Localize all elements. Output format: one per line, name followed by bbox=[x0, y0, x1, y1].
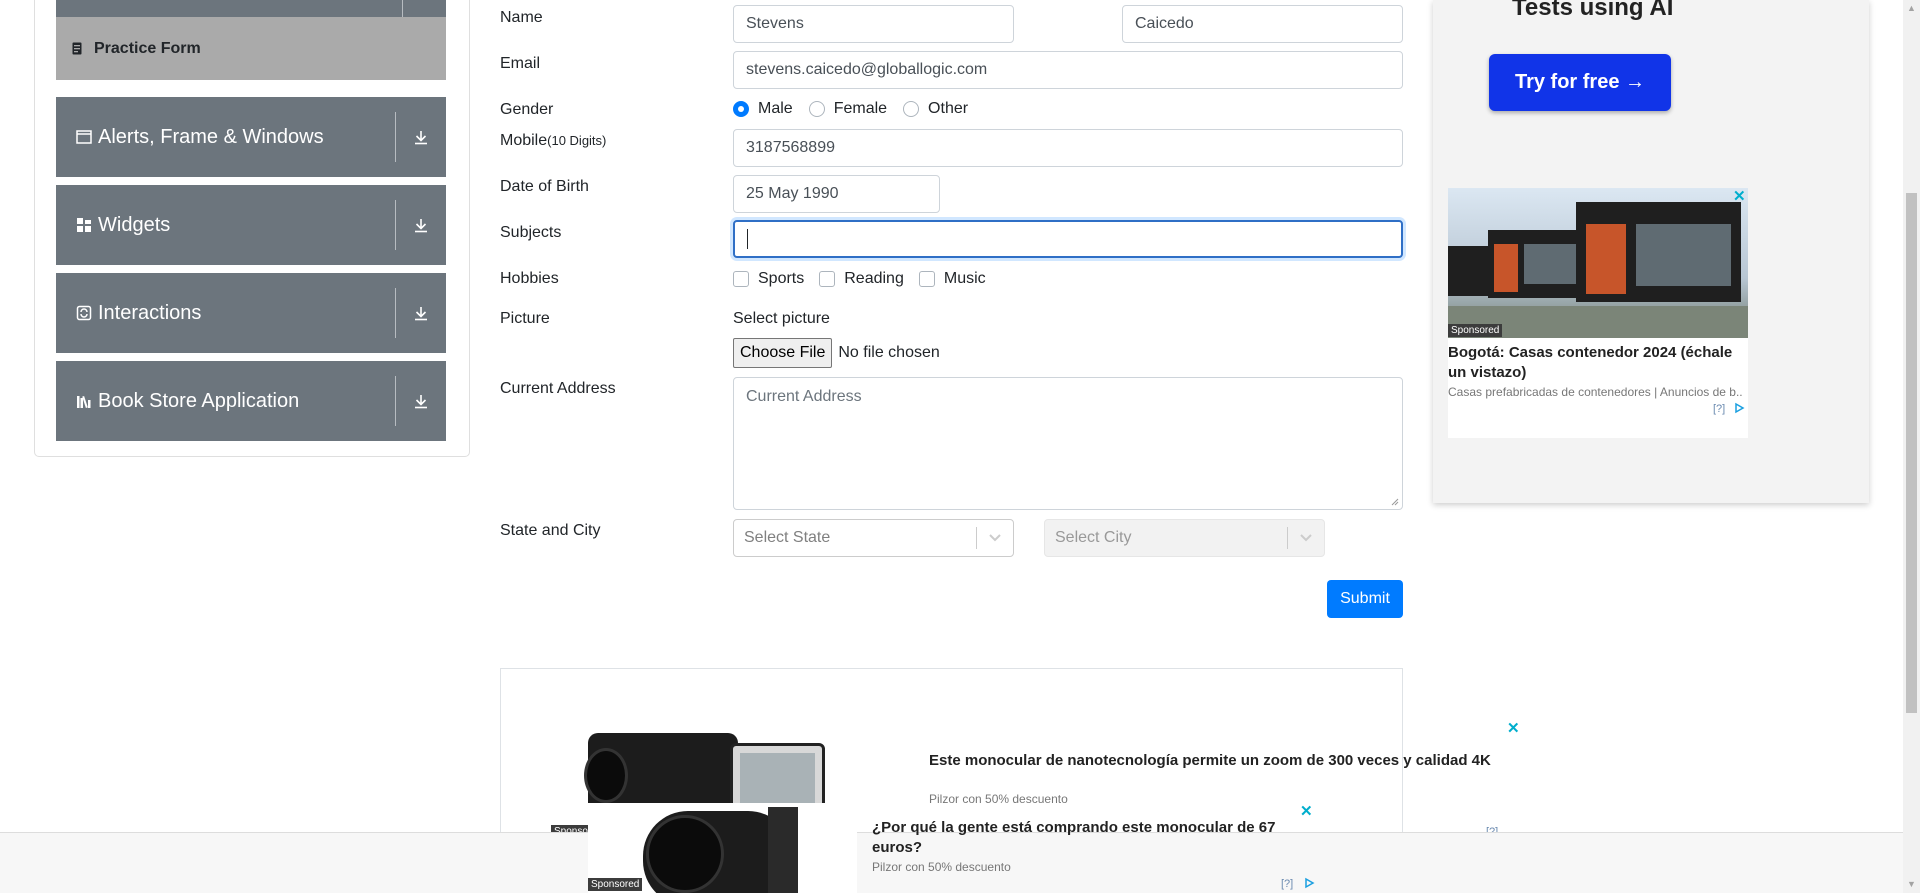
checkbox[interactable] bbox=[819, 271, 836, 287]
radio-button[interactable] bbox=[903, 101, 920, 117]
sponsored-tag: Sponsored bbox=[1448, 324, 1503, 337]
ad-headline[interactable]: Este monocular de nanotecnología permite… bbox=[929, 751, 1519, 771]
sidebar-group-alerts[interactable]: Alerts, Frame & Windows bbox=[56, 97, 446, 177]
current-address-textarea[interactable]: Current Address bbox=[733, 377, 1403, 510]
city-select: Select City bbox=[1044, 519, 1325, 557]
ad-info-link[interactable]: [?] bbox=[1281, 878, 1293, 890]
gender-option-female[interactable]: Female bbox=[808, 100, 887, 118]
try-for-free-button[interactable]: Try for free → bbox=[1489, 54, 1671, 111]
address-label: Current Address bbox=[500, 380, 616, 397]
ad-headline[interactable]: Bogotá: Casas contenedor 2024 (échale un… bbox=[1448, 343, 1743, 382]
scroll-up-arrow-icon[interactable]: ▲ bbox=[1906, 3, 1917, 14]
sidebar-group-label: Widgets bbox=[98, 213, 171, 236]
books-icon bbox=[72, 389, 96, 413]
first-name-input[interactable]: Stevens bbox=[733, 5, 1014, 43]
scroll-down-arrow-icon[interactable]: ▼ bbox=[1906, 879, 1917, 890]
chevron-down-icon bbox=[977, 533, 1013, 543]
form-icon bbox=[72, 41, 86, 57]
adchoices-icon[interactable] bbox=[1733, 402, 1745, 417]
sidebar-group-label: Alerts, Frame & Windows bbox=[98, 125, 324, 148]
download-arrow-icon[interactable] bbox=[396, 273, 446, 353]
hobby-option-reading[interactable]: Reading bbox=[819, 270, 904, 288]
sidebar-group-interactions[interactable]: Interactions bbox=[56, 273, 446, 353]
radio-button[interactable] bbox=[808, 101, 825, 117]
sidebar-group-label: Interactions bbox=[98, 301, 202, 324]
picture-label: Picture bbox=[500, 310, 550, 327]
choose-file-button[interactable]: Choose File bbox=[733, 338, 833, 368]
download-arrow-icon[interactable] bbox=[396, 185, 446, 265]
mobile-field[interactable]: 3187568899 bbox=[733, 129, 1403, 167]
sidebar-group-label: Book Store Application bbox=[98, 389, 300, 412]
hobby-option-music[interactable]: Music bbox=[918, 270, 986, 288]
ad-source[interactable]: Casas prefabricadas de contenedores | An… bbox=[1448, 385, 1743, 399]
sidebar-item-label: Practice Form bbox=[94, 39, 201, 57]
gender-label: Gender bbox=[500, 101, 554, 118]
date-of-birth-input[interactable]: 25 May 1990 bbox=[733, 175, 940, 213]
gender-radio-group: Male Female Other bbox=[733, 100, 984, 118]
ad-info-link[interactable]: [?] bbox=[1713, 403, 1725, 415]
download-arrow-icon[interactable] bbox=[396, 97, 446, 177]
chevron-down-icon bbox=[1288, 533, 1324, 543]
interactions-icon bbox=[72, 301, 96, 325]
sidebar-group-widgets[interactable]: Widgets bbox=[56, 185, 446, 265]
ad-source[interactable]: Pilzor con 50% descuento bbox=[929, 792, 1068, 806]
scrollbar-thumb[interactable] bbox=[1906, 193, 1917, 713]
submit-button[interactable]: Submit bbox=[1327, 580, 1403, 618]
name-label: Name bbox=[500, 9, 543, 26]
sponsored-tag: Sponsored bbox=[588, 878, 643, 891]
sidebar-item-practice-form[interactable]: Practice Form bbox=[56, 17, 446, 80]
radio-button[interactable] bbox=[733, 101, 749, 117]
hobby-option-sports[interactable]: Sports bbox=[733, 270, 804, 288]
ad-title: Tests using AI bbox=[1512, 0, 1674, 21]
dob-label: Date of Birth bbox=[500, 178, 589, 195]
mobile-label: Mobile(10 Digits) bbox=[500, 132, 607, 149]
gender-option-other[interactable]: Other bbox=[903, 100, 968, 118]
ad-headline[interactable]: ¿Por qué la gente está comprando este mo… bbox=[872, 818, 1312, 857]
forms-group-header[interactable] bbox=[56, 0, 446, 17]
hobbies-label: Hobbies bbox=[500, 270, 559, 287]
download-arrow-icon[interactable] bbox=[396, 361, 446, 441]
resize-handle-icon bbox=[1391, 498, 1399, 506]
file-status: No file chosen bbox=[838, 344, 940, 361]
state-city-label: State and City bbox=[500, 522, 601, 539]
gender-option-male[interactable]: Male bbox=[733, 100, 793, 118]
file-upload: Choose File No file chosen bbox=[733, 338, 940, 368]
checkbox[interactable] bbox=[733, 271, 749, 287]
select-picture-label: Select picture bbox=[733, 310, 830, 327]
state-select[interactable]: Select State bbox=[733, 519, 1014, 557]
close-icon[interactable]: ✕ bbox=[1733, 187, 1746, 205]
close-icon[interactable]: ✕ bbox=[1507, 719, 1520, 737]
email-field[interactable]: stevens.caicedo@globallogic.com bbox=[733, 51, 1403, 89]
subjects-label: Subjects bbox=[500, 224, 562, 241]
last-name-input[interactable]: Caicedo bbox=[1122, 5, 1403, 43]
sidebar-group-bookstore[interactable]: Book Store Application bbox=[56, 361, 446, 441]
widgets-grid-icon bbox=[72, 213, 96, 237]
hobbies-checkbox-group: Sports Reading Music bbox=[733, 270, 1002, 288]
text-caret bbox=[747, 229, 748, 249]
email-label: Email bbox=[500, 55, 541, 72]
ad-source[interactable]: Pilzor con 50% descuento bbox=[872, 860, 1011, 874]
subjects-input[interactable] bbox=[733, 220, 1403, 258]
checkbox[interactable] bbox=[918, 271, 935, 287]
container-house-image[interactable] bbox=[1448, 188, 1748, 338]
adchoices-icon[interactable] bbox=[1303, 877, 1315, 892]
window-icon bbox=[72, 125, 96, 149]
